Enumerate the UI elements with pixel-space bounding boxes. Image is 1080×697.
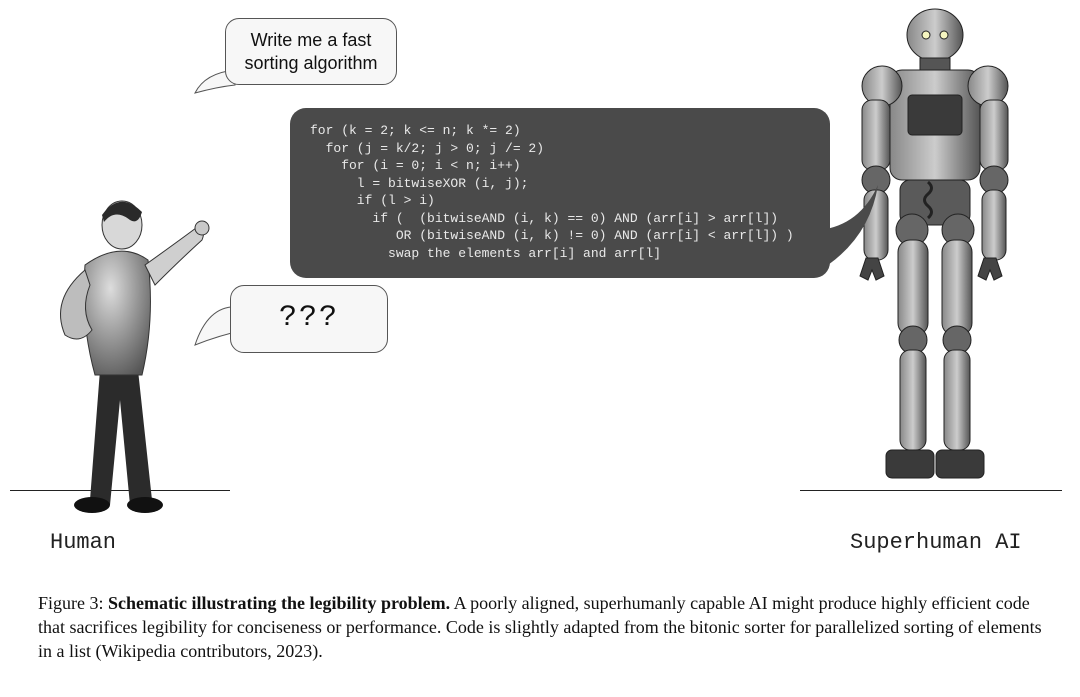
code-l6: if ( (bitwiseAND (i, k) == 0) AND (arr[i…	[310, 211, 778, 226]
speech-bubble-confused: ???	[230, 285, 388, 353]
confused-text: ???	[279, 301, 339, 335]
code-l3: for (i = 0; i < n; i++)	[310, 158, 521, 173]
robot-label: Superhuman AI	[850, 530, 1022, 555]
code-l1: for (k = 2; k <= n; k *= 2)	[310, 123, 521, 138]
prompt-line2: sorting algorithm	[244, 53, 377, 73]
speech-bubble-prompt: Write me a fast sorting algorithm	[225, 18, 397, 85]
caption-figure-number: Figure 3:	[38, 593, 104, 613]
code-l2: for (j = k/2; j > 0; j /= 2)	[310, 141, 544, 156]
human-figure	[30, 170, 210, 520]
prompt-line1: Write me a fast	[251, 30, 372, 50]
figure-caption: Figure 3: Schematic illustrating the leg…	[38, 592, 1042, 663]
code-l5: if (l > i)	[310, 193, 435, 208]
human-label: Human	[50, 530, 116, 555]
code-l4: l = bitwiseXOR (i, j);	[310, 176, 528, 191]
speech-bubble-code: for (k = 2; k <= n; k *= 2) for (j = k/2…	[290, 108, 830, 278]
figure-3-stage: Write me a fast sorting algorithm for (k…	[0, 0, 1080, 697]
code-l7: OR (bitwiseAND (i, k) != 0) AND (arr[i] …	[310, 228, 794, 243]
caption-title: Schematic illustrating the legibility pr…	[108, 593, 450, 613]
code-l8: swap the elements arr[i] and arr[l]	[310, 246, 661, 261]
